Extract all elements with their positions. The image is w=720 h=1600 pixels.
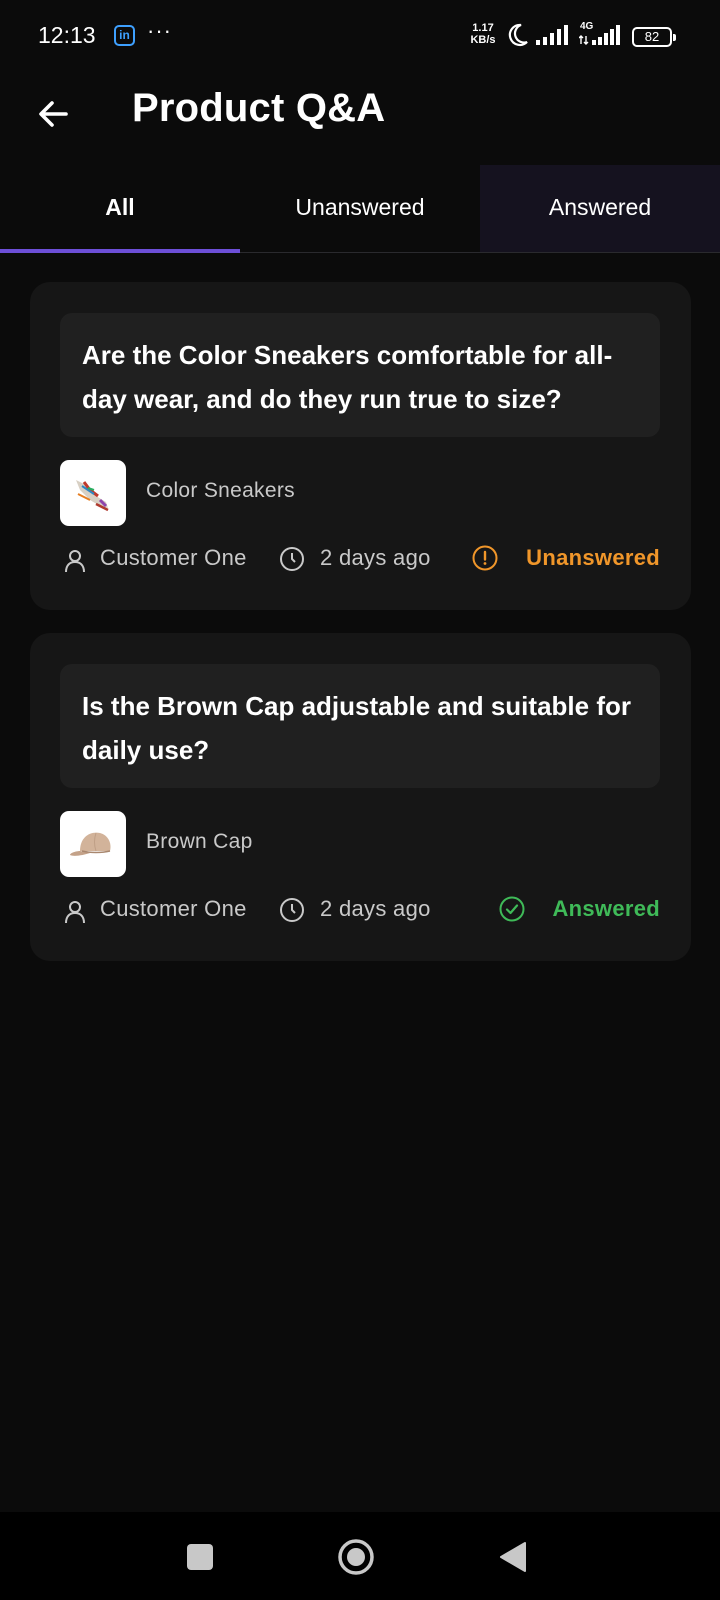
clock-icon <box>280 898 304 922</box>
user-icon <box>65 550 85 573</box>
alert-circle-icon <box>472 545 498 571</box>
screen: 12:13 in ··· 1.17 KB/s 4G 82 Product Q&A… <box>0 0 720 1600</box>
status-badge: Unanswered <box>526 545 660 570</box>
clock-icon <box>280 547 304 571</box>
question-text: Is the Brown Cap adjustable and suitable… <box>60 664 660 788</box>
more-notifications-icon: ··· <box>147 18 172 43</box>
page-title: Product Q&A <box>132 86 386 130</box>
product-name: Color Sneakers <box>146 479 295 502</box>
network-speed: 1.17 KB/s <box>466 22 500 46</box>
customer-name: Customer One <box>100 896 247 921</box>
signal-icon <box>536 25 568 45</box>
moon-icon <box>508 23 528 47</box>
home-button[interactable] <box>316 1512 396 1600</box>
tab-indicator <box>0 249 240 253</box>
question-meta: Customer One 2 days ago Answered <box>60 891 660 931</box>
user-icon <box>65 901 85 924</box>
product-name: Brown Cap <box>146 830 253 853</box>
linkedin-icon: in <box>114 25 135 46</box>
product-image-cap <box>60 811 126 877</box>
app-bar: Product Q&A <box>0 72 720 160</box>
question-card[interactable]: Is the Brown Cap adjustable and suitable… <box>30 633 691 961</box>
tab-all[interactable]: All <box>0 165 240 252</box>
circle-home-icon <box>338 1539 374 1575</box>
tab-answered[interactable]: Answered <box>480 165 720 252</box>
question-time: 2 days ago <box>320 896 431 921</box>
sneaker-icon <box>76 480 109 512</box>
question-time: 2 days ago <box>320 545 431 570</box>
arrow-left-icon <box>39 101 68 127</box>
battery-icon: 82 <box>632 27 676 47</box>
network-speed-value: 1.17 <box>472 22 494 34</box>
system-back-button[interactable] <box>472 1512 552 1600</box>
square-icon <box>187 1544 213 1570</box>
back-button[interactable] <box>32 92 76 136</box>
status-badge: Answered <box>552 896 660 921</box>
cap-icon <box>70 832 111 856</box>
check-circle-icon <box>499 896 525 922</box>
product-image-sneakers <box>60 460 126 526</box>
triangle-back-icon <box>500 1542 526 1572</box>
question-text: Are the Color Sneakers comfortable for a… <box>60 313 660 437</box>
tab-bar: All Unanswered Answered <box>0 165 720 253</box>
recents-button[interactable] <box>160 1512 240 1600</box>
network-speed-unit: KB/s <box>470 34 496 46</box>
tab-unanswered[interactable]: Unanswered <box>240 165 480 252</box>
question-meta: Customer One 2 days ago Unanswered <box>60 540 660 580</box>
status-bar: 12:13 in ··· 1.17 KB/s 4G 82 <box>0 0 720 72</box>
system-nav-bar <box>0 1512 720 1600</box>
signal-4g-icon <box>579 25 620 45</box>
question-card[interactable]: Are the Color Sneakers comfortable for a… <box>30 282 691 610</box>
customer-name: Customer One <box>100 545 247 570</box>
status-time: 12:13 <box>38 22 96 48</box>
